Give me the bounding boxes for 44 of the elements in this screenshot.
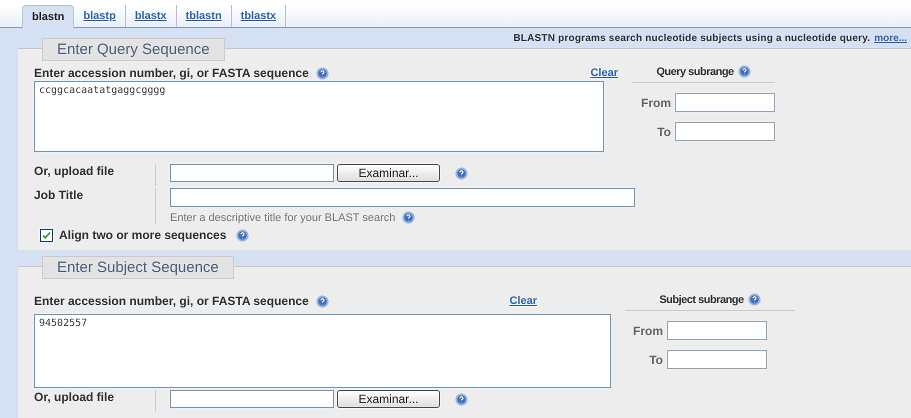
- help-icon[interactable]: [316, 294, 329, 308]
- upload-label: Or, upload file: [34, 390, 156, 412]
- help-icon[interactable]: [402, 211, 416, 224]
- job-title-field[interactable]: [170, 188, 635, 207]
- to-field[interactable]: [675, 122, 775, 141]
- to-label: To: [649, 352, 663, 366]
- sequence-label: Enter accession number, gi, or FASTA sequence: [34, 66, 309, 80]
- browse-button[interactable]: Examinar...: [337, 390, 440, 408]
- upload-label: Or, upload file: [34, 164, 156, 186]
- help-icon[interactable]: [316, 66, 329, 80]
- job-title-label: Job Title: [34, 188, 156, 224]
- more-link[interactable]: more...: [874, 32, 907, 44]
- section-legend: Enter Subject Sequence: [42, 256, 234, 279]
- help-icon[interactable]: [236, 228, 250, 242]
- sequence-textarea[interactable]: ccggcacaatatgaggcgggg: [34, 81, 604, 152]
- browse-button[interactable]: Examinar...: [337, 164, 440, 182]
- from-label: From: [633, 324, 663, 338]
- clear-link[interactable]: Clear: [590, 67, 618, 79]
- section-legend: Enter Query Sequence: [42, 38, 225, 61]
- description-text: BLASTN programs search nucleotide subjects using a nucleotide query.: [513, 32, 870, 44]
- job-title-hint: Enter a descriptive title for your BLAST search: [170, 212, 396, 224]
- subrange-header: Query subrange: [632, 65, 775, 83]
- file-field[interactable]: [170, 164, 334, 182]
- program-tab[interactable]: blastx: [126, 5, 177, 27]
- help-icon[interactable]: [748, 293, 761, 306]
- to-label: To: [657, 124, 671, 138]
- help-icon[interactable]: [455, 392, 468, 406]
- to-field[interactable]: [667, 350, 767, 369]
- from-field[interactable]: [675, 93, 775, 112]
- from-field[interactable]: [667, 321, 767, 340]
- program-tab[interactable]: blastp: [74, 5, 126, 27]
- sequence-label: Enter accession number, gi, or FASTA sequence: [34, 294, 309, 308]
- clear-link[interactable]: Clear: [509, 295, 537, 307]
- subrange-header: Subject subrange: [625, 293, 795, 311]
- file-field[interactable]: [170, 390, 334, 408]
- align-label: Align two or more sequences: [59, 228, 226, 242]
- program-tab[interactable]: tblastn: [176, 5, 232, 27]
- help-icon[interactable]: [738, 65, 751, 78]
- align-checkbox[interactable]: [40, 228, 53, 242]
- program-tab[interactable]: blastn: [22, 5, 74, 28]
- program-tab[interactable]: tblastx: [232, 5, 286, 27]
- sequence-textarea[interactable]: 94502557: [34, 314, 611, 388]
- from-label: From: [641, 96, 671, 110]
- help-icon[interactable]: [455, 166, 468, 180]
